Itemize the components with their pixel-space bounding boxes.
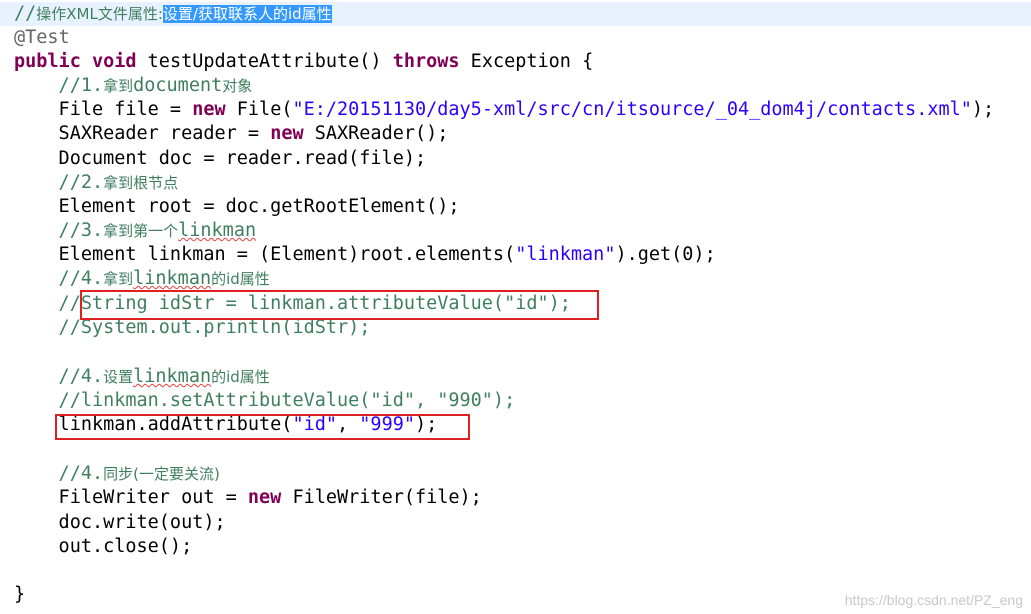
code-text: Document doc = reader.read(file); [14, 148, 427, 169]
code-line-2[interactable]: @Test [0, 26, 1031, 50]
code-line-12[interactable]: //4.拿到linkman的id属性 [0, 267, 1031, 291]
comment-text: 拿到第一个 [103, 222, 179, 240]
comment-text: 对象 [222, 77, 253, 95]
code-editor[interactable]: //操作XML文件属性:设置/获取联系人的id属性 @Test public v… [0, 0, 1031, 614]
code-line-1[interactable]: //操作XML文件属性:设置/获取联系人的id属性 [0, 2, 1031, 26]
highlight-box-attribute-value [80, 290, 599, 320]
keyword: public [14, 51, 81, 72]
code-line-11[interactable]: Element linkman = (Element)root.elements… [0, 243, 1031, 267]
code-line-10[interactable]: //3.拿到第一个linkman [0, 219, 1031, 243]
comment-text: 操作XML文件属性: [36, 5, 163, 23]
comment-text: 拿到根节点 [103, 174, 179, 192]
comment-prefix: // [14, 3, 37, 24]
highlight-box-add-attribute [55, 414, 470, 440]
code-line-22[interactable]: doc.write(out); [0, 511, 1031, 535]
code-text: ).get(0); [615, 244, 716, 265]
comment-text: 的id属性 [211, 368, 270, 386]
comment-prefix: //3. [14, 220, 104, 241]
keyword: throws [392, 51, 460, 72]
comment-word: linkman [133, 366, 212, 387]
code-text: SAXReader reader = [14, 123, 271, 144]
comment-prefix: //4. [14, 463, 104, 484]
exception-type: Exception { [459, 51, 594, 72]
code-line-3[interactable]: public void testUpdateAttribute() throws… [0, 50, 1031, 74]
code-line-17[interactable]: //linkman.setAttributeValue("id", "990")… [0, 389, 1031, 413]
code-line-7[interactable]: Document doc = reader.read(file); [0, 147, 1031, 171]
comment-code: //linkman.setAttributeValue("id", "990")… [14, 390, 516, 411]
code-text: SAXReader(); [303, 123, 449, 144]
comment-text: 设置 [103, 368, 134, 386]
code-line-16[interactable]: //4.设置linkman的id属性 [0, 365, 1031, 389]
code-text: out.close(); [14, 536, 193, 557]
code-line-4[interactable]: //1.拿到document对象 [0, 74, 1031, 98]
string-literal: "E:/20151130/day5-xml/src/cn/itsource/_0… [292, 99, 972, 120]
comment-text: 拿到 [103, 270, 134, 288]
code-text: Element linkman = (Element)root.elements… [14, 244, 516, 265]
code-text: ); [971, 99, 995, 120]
string-literal: "linkman" [515, 244, 616, 265]
comment-word: linkman [133, 268, 212, 289]
keyword: new [247, 487, 282, 508]
code-text: FileWriter out = [14, 487, 248, 508]
comment-prefix: //2. [14, 172, 104, 193]
method-signature: testUpdateAttribute() [136, 51, 393, 72]
code-text: doc.write(out); [14, 512, 226, 533]
keyword: new [270, 123, 304, 144]
code-text: File( [225, 99, 293, 120]
comment-prefix: //4. [14, 366, 104, 387]
comment-word: linkman [178, 220, 257, 241]
comment-code: //System.out.println(idStr); [14, 317, 371, 338]
code-line-6[interactable]: SAXReader reader = new SAXReader(); [0, 122, 1031, 146]
keyword: new [192, 99, 226, 120]
code-text: File file = [14, 99, 193, 120]
closing-brace: } [14, 584, 26, 605]
code-line-20[interactable]: //4.同步(一定要关流) [0, 462, 1031, 486]
watermark: https://blog.csdn.net/PZ_eng [844, 592, 1023, 608]
comment-text: 的id属性 [211, 270, 270, 288]
code-text: Element root = doc.getRootElement(); [14, 196, 460, 217]
code-line-9[interactable]: Element root = doc.getRootElement(); [0, 195, 1031, 219]
code-line-23[interactable]: out.close(); [0, 535, 1031, 559]
code-text: FileWriter(file); [281, 487, 482, 508]
code-line-5[interactable]: File file = new File("E:/20151130/day5-x… [0, 98, 1031, 122]
comment-prefix: //1. [14, 75, 104, 96]
comment-text: 拿到 [103, 77, 134, 95]
comment-prefix: //4. [14, 268, 104, 289]
annotation-test: @Test [14, 27, 70, 48]
comment-word: document [133, 75, 223, 96]
code-line-8[interactable]: //2.拿到根节点 [0, 171, 1031, 195]
comment-prefix: // [14, 293, 81, 314]
code-line-21[interactable]: FileWriter out = new FileWriter(file); [0, 486, 1031, 510]
comment-text: 同步(一定要关流) [103, 465, 220, 483]
selected-text[interactable]: 设置/获取联系人的id属性 [162, 5, 332, 23]
keyword: void [91, 51, 137, 72]
